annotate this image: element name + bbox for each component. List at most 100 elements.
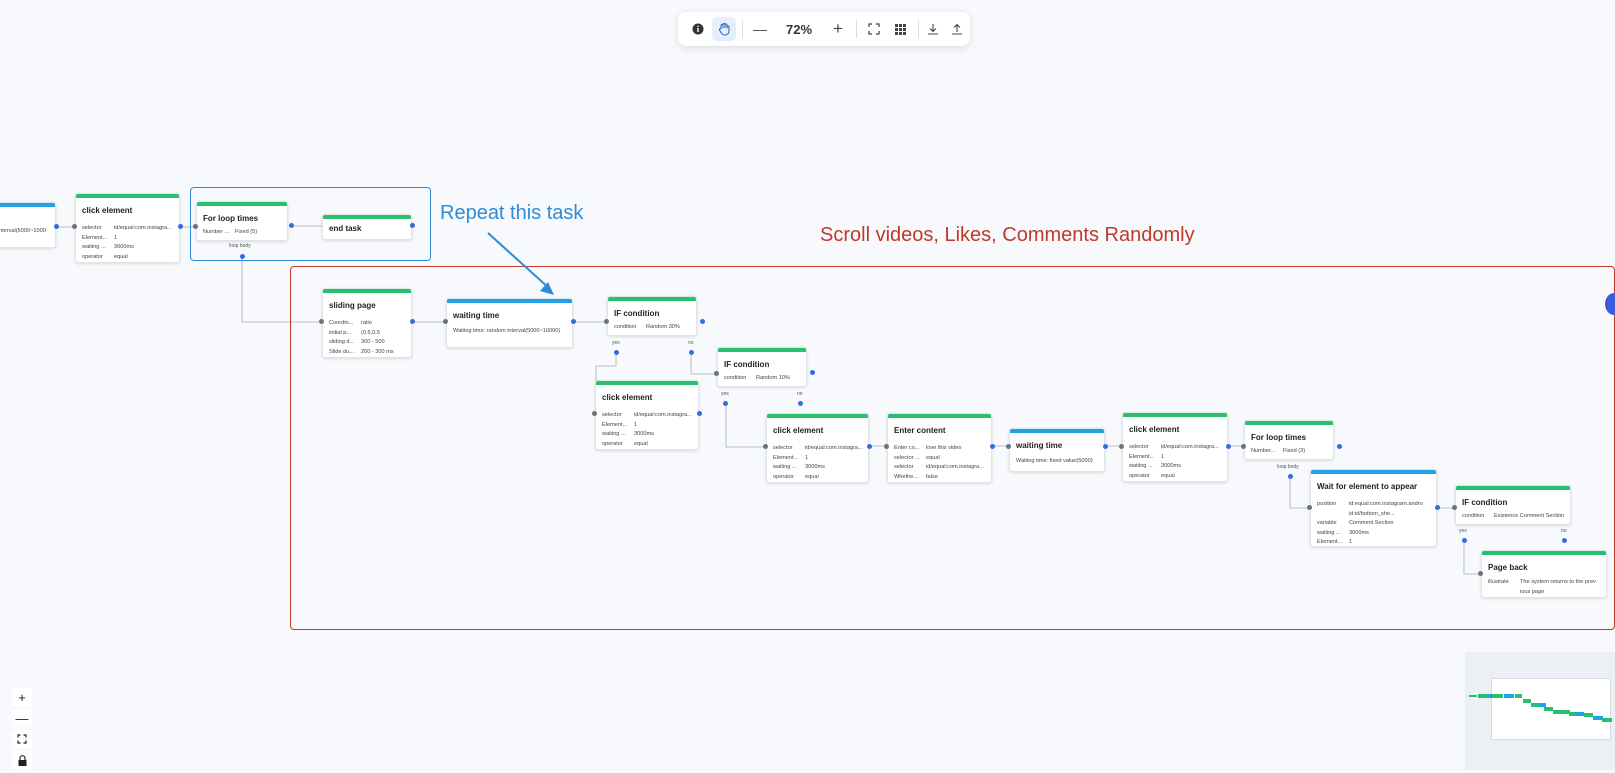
output-port[interactable] <box>289 223 294 228</box>
input-port[interactable] <box>1307 505 1312 510</box>
node-page-back[interactable]: Page back illustrate The system returns t… <box>1481 550 1607 598</box>
no-port[interactable] <box>689 350 694 355</box>
node-row: operator equal <box>773 473 864 483</box>
input-port[interactable] <box>604 319 609 324</box>
minimap-node <box>1553 710 1562 714</box>
field-label: operator <box>602 440 623 447</box>
node-sliding-page[interactable]: sliding page Coordin... ratio initial p..… <box>322 288 412 358</box>
output-port[interactable] <box>178 224 183 229</box>
input-port[interactable] <box>1006 444 1011 449</box>
output-port[interactable] <box>410 223 415 228</box>
grid-icon[interactable] <box>888 17 912 41</box>
node-row: operator equal <box>82 253 175 263</box>
node-click-element[interactable]: click element selector id/equal:com.insta… <box>595 380 699 450</box>
node-title: IF condition <box>724 360 770 369</box>
node-row: condition Existence Comment Section <box>1462 512 1566 522</box>
yes-port[interactable] <box>1462 538 1467 543</box>
output-port[interactable] <box>700 319 705 324</box>
field-value: id:equal:com.instagram.andro <box>1349 501 1423 507</box>
fit-view-icon[interactable] <box>12 730 32 748</box>
node-row: waiting ... 3000ms <box>602 430 694 440</box>
input-port[interactable] <box>763 444 768 449</box>
node-waiting-time-partial[interactable]: nterval(5000~1000 <box>0 202 56 248</box>
yes-port[interactable] <box>723 401 728 406</box>
field-value: id:id/bottom_she... <box>1349 510 1395 517</box>
flow-canvas[interactable]: Repeat this task Scroll videos, Likes, C… <box>0 0 1615 773</box>
input-port[interactable] <box>1478 571 1483 576</box>
node-header-bar <box>76 194 179 198</box>
output-port[interactable] <box>571 319 576 324</box>
zoom-out-button[interactable]: — <box>748 17 772 41</box>
output-port[interactable] <box>1337 444 1342 449</box>
node-for-loop-times[interactable]: For loop times Number... Fixed (3) <box>1244 420 1334 460</box>
yes-port[interactable] <box>614 350 619 355</box>
field-value: (0.5,0.5 <box>361 329 380 336</box>
upload-icon[interactable] <box>946 17 968 41</box>
node-row: id:id/bottom_she... <box>1317 510 1432 520</box>
input-port[interactable] <box>714 371 719 376</box>
node-for-loop-times[interactable]: For loop times Number ... Fixed (5) <box>196 201 288 241</box>
input-port[interactable] <box>72 224 77 229</box>
field-label: condition <box>724 375 747 381</box>
hand-pan-icon[interactable] <box>712 17 736 41</box>
node-end-task[interactable]: end task <box>322 214 412 240</box>
node-if-condition[interactable]: IF condition condition Existence Comment … <box>1455 485 1571 525</box>
zoom-in-control[interactable]: + <box>12 688 32 706</box>
output-port[interactable] <box>990 444 995 449</box>
no-port[interactable] <box>798 401 803 406</box>
loop-body-port[interactable] <box>1288 474 1293 479</box>
node-if-condition[interactable]: IF condition condition Random 30% <box>607 296 697 336</box>
field-value: equal <box>114 253 128 260</box>
node-if-condition[interactable]: IF condition condition Random 10% <box>717 347 807 387</box>
node-title: IF condition <box>1462 498 1508 507</box>
node-click-element[interactable]: click element selector id/equal:com.insta… <box>766 413 869 483</box>
input-port[interactable] <box>592 411 597 416</box>
field-label: waiting ... <box>1129 463 1153 469</box>
output-port[interactable] <box>1435 505 1440 510</box>
zoom-out-control[interactable]: — <box>12 709 32 727</box>
minimap-node <box>1531 703 1539 707</box>
node-waiting-time[interactable]: waiting time Waiting time: random interv… <box>446 298 573 348</box>
input-port[interactable] <box>193 224 198 229</box>
input-port[interactable] <box>1452 505 1457 510</box>
input-port[interactable] <box>319 319 324 324</box>
output-port[interactable] <box>1226 444 1231 449</box>
download-icon[interactable] <box>922 17 944 41</box>
minimap[interactable] <box>1465 652 1615 770</box>
yes-branch-label: yes <box>1459 528 1467 534</box>
node-row: Number... Fixed (3) <box>1251 447 1329 457</box>
fit-view-icon[interactable] <box>862 17 886 41</box>
output-port[interactable] <box>410 319 415 324</box>
input-port[interactable] <box>443 319 448 324</box>
field-label: Element... <box>1317 539 1343 545</box>
node-click-element[interactable]: click element selector id/equal:com.insta… <box>75 193 180 263</box>
node-waiting-time[interactable]: waiting time Waiting time: fixed value(5… <box>1009 428 1105 472</box>
lock-icon[interactable] <box>12 751 32 769</box>
field-label: selector <box>773 445 793 451</box>
node-header-bar <box>1456 486 1570 490</box>
node-title: click element <box>773 426 824 435</box>
input-port[interactable] <box>1241 444 1246 449</box>
node-header-bar <box>323 289 411 293</box>
field-value: Random 10% <box>756 375 790 381</box>
no-port[interactable] <box>1562 538 1567 543</box>
output-port[interactable] <box>54 224 59 229</box>
input-port[interactable] <box>1119 444 1124 449</box>
output-port[interactable] <box>1103 444 1108 449</box>
loop-body-port[interactable] <box>240 254 245 259</box>
node-click-element[interactable]: click element selector id/equal:com.insta… <box>1122 412 1228 482</box>
node-wait-for-element[interactable]: Wait for element to appear position id:eq… <box>1310 469 1437 547</box>
node-row: operator equal <box>1129 472 1223 482</box>
node-title: Enter content <box>894 426 946 435</box>
info-icon[interactable] <box>688 17 708 41</box>
node-enter-content[interactable]: Enter content Enter co... love this video… <box>887 413 992 483</box>
field-value: 3000ms <box>1161 463 1181 469</box>
input-port[interactable] <box>884 444 889 449</box>
field-value: equal <box>1161 472 1175 479</box>
field-label: Element... <box>602 421 628 428</box>
zoom-in-button[interactable]: + <box>826 17 850 41</box>
output-port[interactable] <box>867 444 872 449</box>
output-port[interactable] <box>697 411 702 416</box>
field-label: condition <box>614 324 637 330</box>
output-port[interactable] <box>810 370 815 375</box>
